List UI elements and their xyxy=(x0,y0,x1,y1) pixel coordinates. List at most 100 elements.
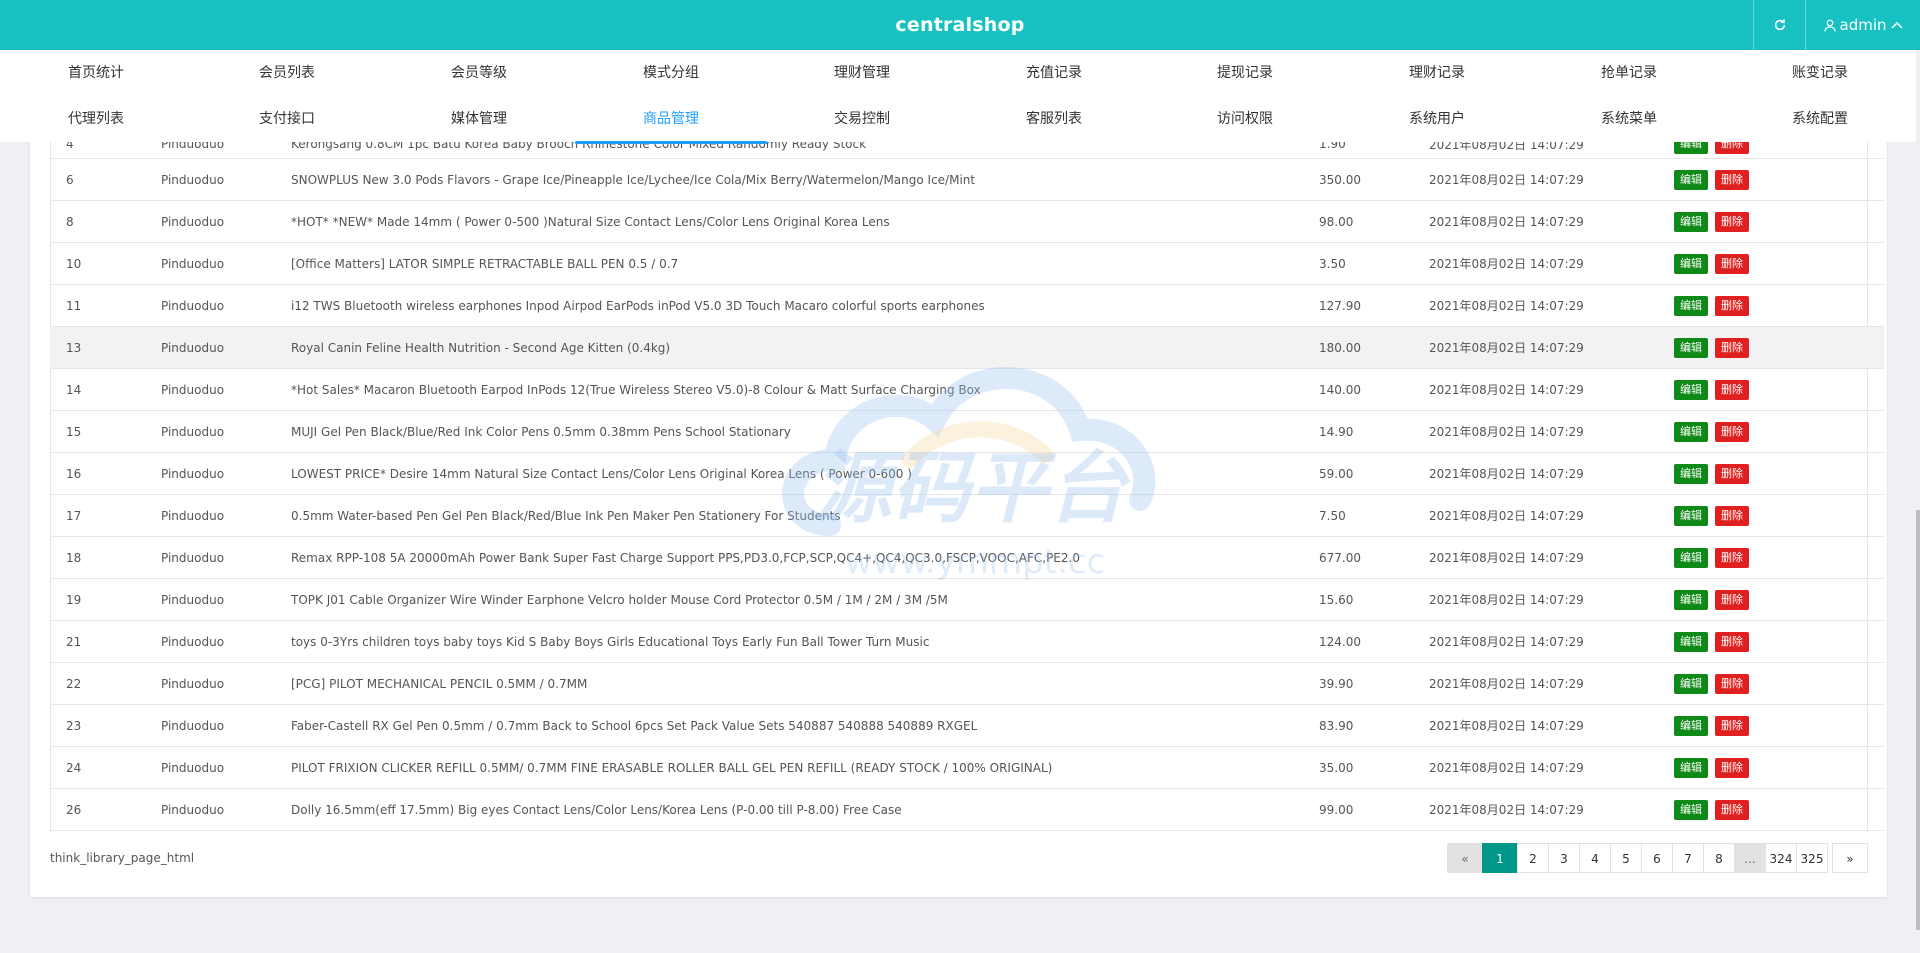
cell-id: 22 xyxy=(50,662,161,705)
nav-item-active[interactable]: 商品管理 xyxy=(575,96,767,144)
delete-button[interactable]: 删除 xyxy=(1715,505,1749,526)
pagination-page[interactable]: 8 xyxy=(1703,843,1735,873)
edit-button[interactable]: 编辑 xyxy=(1674,589,1708,610)
cell-actions: 编辑 删除 xyxy=(1674,788,1884,831)
nav-item[interactable]: 代理列表 xyxy=(68,96,124,142)
edit-button[interactable]: 编辑 xyxy=(1674,295,1708,316)
delete-button[interactable]: 删除 xyxy=(1715,463,1749,484)
pagination-page-current[interactable]: 1 xyxy=(1482,843,1518,873)
table-row: 14 Pinduoduo *Hot Sales* Macaron Bluetooth… xyxy=(50,368,1884,411)
delete-button[interactable]: 删除 xyxy=(1715,295,1749,316)
cell-id: 21 xyxy=(50,620,161,663)
edit-button[interactable]: 编辑 xyxy=(1674,337,1708,358)
delete-button[interactable]: 删除 xyxy=(1715,379,1749,400)
delete-button[interactable]: 删除 xyxy=(1715,211,1749,232)
edit-button[interactable]: 编辑 xyxy=(1674,253,1708,274)
cell-shop: Pinduoduo xyxy=(161,620,291,663)
nav-item[interactable]: 系统菜单 xyxy=(1601,96,1657,142)
cell-shop: Pinduoduo xyxy=(161,746,291,789)
pagination-page[interactable]: 5 xyxy=(1610,843,1642,873)
cell-goods-name: LOWEST PRICE* Desire 14mm Natural Size C… xyxy=(291,452,1319,495)
delete-button[interactable]: 删除 xyxy=(1715,631,1749,652)
pagination-page[interactable]: 324 xyxy=(1765,843,1797,873)
nav-item[interactable]: 支付接口 xyxy=(259,96,315,142)
delete-button[interactable]: 删除 xyxy=(1715,589,1749,610)
cell-actions: 编辑 删除 xyxy=(1674,158,1884,201)
nav-item[interactable]: 系统用户 xyxy=(1409,96,1465,142)
nav-item[interactable]: 媒体管理 xyxy=(451,96,507,142)
table-row: 16 Pinduoduo LOWEST PRICE* Desire 14mm Nat… xyxy=(50,452,1884,495)
page-scrollbar[interactable] xyxy=(1916,50,1920,953)
delete-button[interactable]: 删除 xyxy=(1715,673,1749,694)
nav-item[interactable]: 交易控制 xyxy=(834,96,890,142)
edit-button[interactable]: 编辑 xyxy=(1674,169,1708,190)
nav-item[interactable]: 访问权限 xyxy=(1217,96,1273,142)
edit-button[interactable]: 编辑 xyxy=(1674,379,1708,400)
user-menu[interactable]: admin xyxy=(1805,0,1920,50)
pagination-page[interactable]: 4 xyxy=(1579,843,1611,873)
table-row: 23 Pinduoduo Faber-Castell RX Gel Pen 0.5m… xyxy=(50,704,1884,747)
refresh-button[interactable] xyxy=(1753,0,1806,50)
edit-button[interactable]: 编辑 xyxy=(1674,505,1708,526)
pagination-prev[interactable]: « xyxy=(1447,843,1483,873)
scrollbar-thumb[interactable] xyxy=(1916,510,1920,930)
nav-item[interactable]: 系统配置 xyxy=(1792,96,1848,142)
cell-id: 15 xyxy=(50,410,161,453)
delete-button[interactable]: 删除 xyxy=(1715,169,1749,190)
cell-shop: Pinduoduo xyxy=(161,326,291,369)
cell-id: 13 xyxy=(50,326,161,369)
nav-item[interactable]: 理财记录 xyxy=(1409,50,1465,96)
edit-button[interactable]: 编辑 xyxy=(1674,799,1708,820)
delete-button[interactable]: 删除 xyxy=(1715,715,1749,736)
delete-button[interactable]: 删除 xyxy=(1715,547,1749,568)
cell-time: 2021年08月02日 14:07:29 xyxy=(1429,662,1674,705)
delete-button[interactable]: 删除 xyxy=(1715,253,1749,274)
cell-price: 98.00 xyxy=(1319,200,1429,243)
delete-button[interactable]: 删除 xyxy=(1715,337,1749,358)
pagination-page[interactable]: 6 xyxy=(1641,843,1673,873)
nav-item[interactable]: 充值记录 xyxy=(1026,50,1082,96)
nav-item[interactable]: 会员等级 xyxy=(451,50,507,96)
cell-id: 17 xyxy=(50,494,161,537)
table-row: 8 Pinduoduo *HOT* *NEW* Made 14mm ( Power … xyxy=(50,200,1884,243)
nav-item[interactable]: 客服列表 xyxy=(1026,96,1082,142)
nav-row-1: 首页统计 会员列表 会员等级 模式分组 理财管理 充值记录 提现记录 理财记录 … xyxy=(0,50,1916,96)
edit-button[interactable]: 编辑 xyxy=(1674,757,1708,778)
edit-button[interactable]: 编辑 xyxy=(1674,463,1708,484)
cell-id: 24 xyxy=(50,746,161,789)
edit-button[interactable]: 编辑 xyxy=(1674,715,1708,736)
cell-time: 2021年08月02日 14:07:29 xyxy=(1429,746,1674,789)
cell-price: 350.00 xyxy=(1319,158,1429,201)
pagination-page[interactable]: 7 xyxy=(1672,843,1704,873)
cell-id: 23 xyxy=(50,704,161,747)
edit-button[interactable]: 编辑 xyxy=(1674,211,1708,232)
cell-goods-name: Remax RPP-108 5A 20000mAh Power Bank Sup… xyxy=(291,536,1319,579)
pagination-page[interactable]: 325 xyxy=(1796,843,1828,873)
pagination-next[interactable]: » xyxy=(1832,843,1868,873)
edit-button[interactable]: 编辑 xyxy=(1674,421,1708,442)
nav-item-label: 商品管理 xyxy=(643,111,699,127)
edit-button[interactable]: 编辑 xyxy=(1674,631,1708,652)
delete-button[interactable]: 删除 xyxy=(1715,757,1749,778)
cell-actions: 编辑 删除 xyxy=(1674,284,1884,327)
cell-time: 2021年08月02日 14:07:29 xyxy=(1429,410,1674,453)
delete-button[interactable]: 删除 xyxy=(1715,799,1749,820)
cell-actions: 编辑 删除 xyxy=(1674,662,1884,705)
edit-button[interactable]: 编辑 xyxy=(1674,547,1708,568)
cell-actions: 编辑 删除 xyxy=(1674,494,1884,537)
cell-price: 14.90 xyxy=(1319,410,1429,453)
pagination-page[interactable]: 2 xyxy=(1517,843,1549,873)
nav-item[interactable]: 账变记录 xyxy=(1792,50,1848,96)
nav-item[interactable]: 模式分组 xyxy=(643,50,699,96)
nav-item[interactable]: 提现记录 xyxy=(1217,50,1273,96)
cell-goods-name: Dolly 16.5mm(eff 17.5mm) Big eyes Contac… xyxy=(291,788,1319,831)
nav-item[interactable]: 理财管理 xyxy=(834,50,890,96)
cell-goods-name: toys 0-3Yrs children toys baby toys Kid … xyxy=(291,620,1319,663)
nav-item[interactable]: 首页统计 xyxy=(68,50,124,96)
nav-item[interactable]: 会员列表 xyxy=(259,50,315,96)
cell-goods-name: [Office Matters] LATOR SIMPLE RETRACTABL… xyxy=(291,242,1319,285)
pagination-page[interactable]: 3 xyxy=(1548,843,1580,873)
delete-button[interactable]: 删除 xyxy=(1715,421,1749,442)
nav-item[interactable]: 抢单记录 xyxy=(1601,50,1657,96)
edit-button[interactable]: 编辑 xyxy=(1674,673,1708,694)
